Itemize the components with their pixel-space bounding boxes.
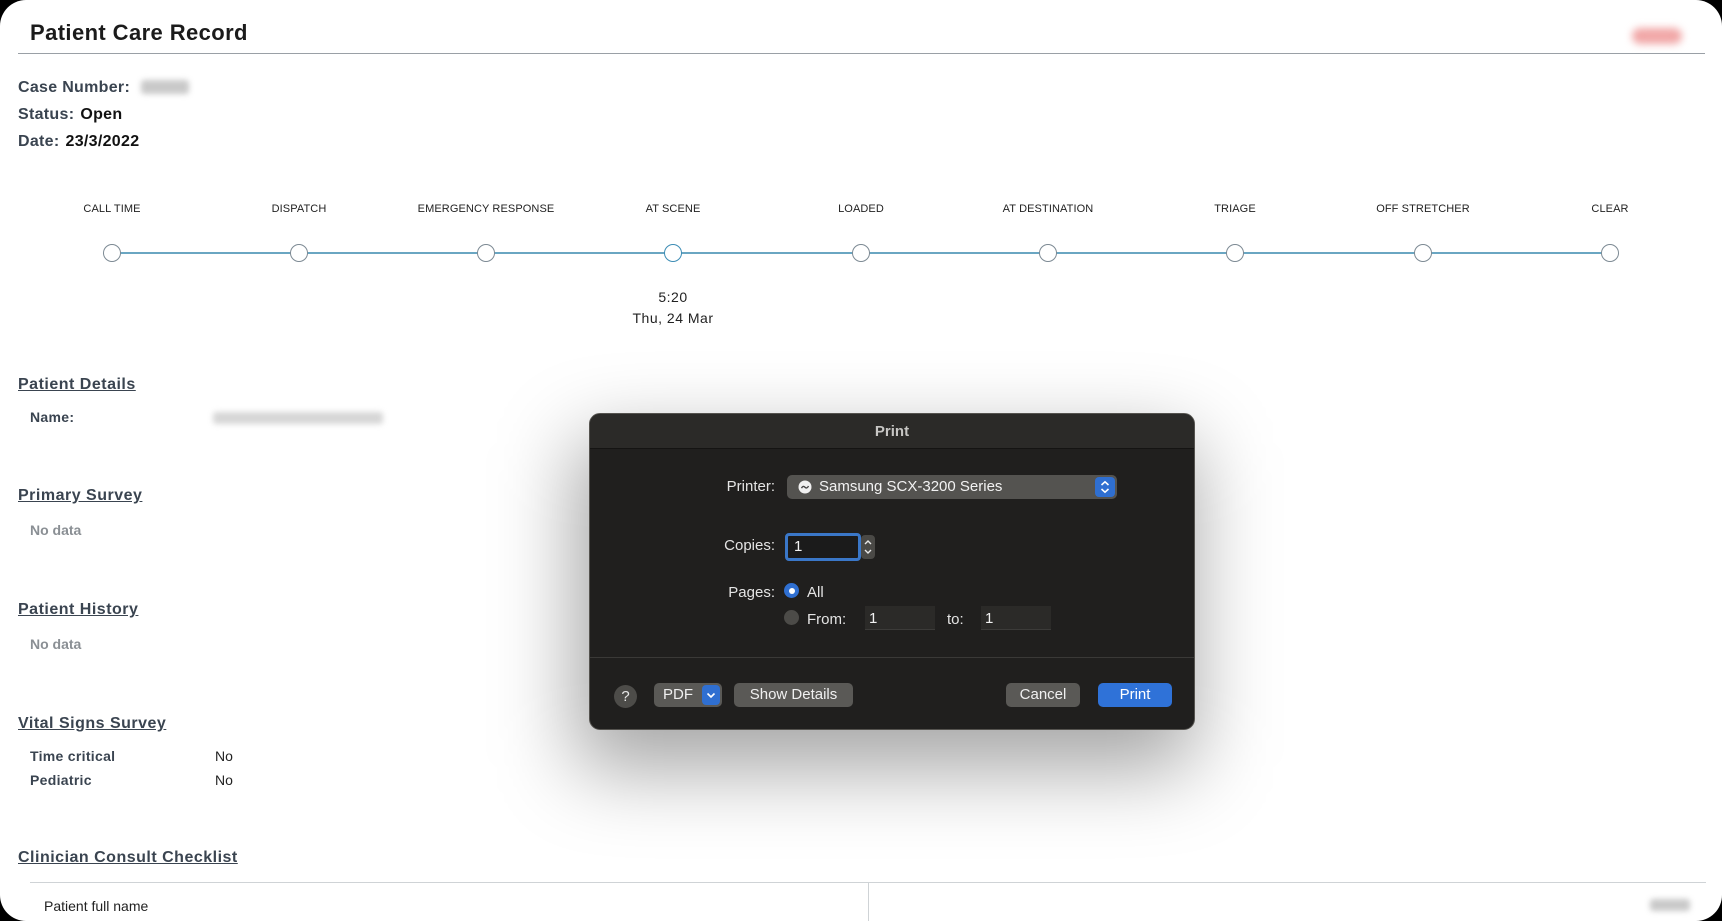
vital-row-label: Pediatric [30,772,92,788]
copies-input[interactable]: 1 [785,533,861,561]
timeline-label-clear: CLEAR [1591,203,1629,215]
timeline-node-loaded[interactable] [852,244,870,262]
pages-all-label[interactable]: All [807,584,824,601]
timeline-node-emergency-response[interactable] [477,244,495,262]
primary-survey-empty: No data [30,522,82,538]
patient-name-value-redacted [213,412,383,424]
timeline-label-loaded: LOADED [838,203,884,215]
pdf-label: PDF [663,686,693,703]
timeline-node-call-time[interactable] [103,244,121,262]
vital-row-label: Time critical [30,748,116,764]
dialog-title: Print [874,423,910,440]
copies-label: Copies: [724,537,775,554]
section-heading-patient-history[interactable]: Patient History [18,601,138,619]
timeline-node-clear[interactable] [1601,244,1619,262]
timeline-node-triage[interactable] [1226,244,1244,262]
timeline-node-dispatch[interactable] [290,244,308,262]
timeline-node-off-stretcher[interactable] [1414,244,1432,262]
help-button[interactable]: ? [614,685,637,708]
chevron-down-icon [702,685,720,705]
vital-row-value: No [215,772,233,788]
timeline-label-at-scene: AT SCENE [645,203,701,215]
section-heading-primary-survey[interactable]: Primary Survey [18,487,142,505]
copies-value: 1 [794,538,803,555]
patient-name-label: Name: [30,409,75,425]
timeline-label-dispatch: DISPATCH [271,203,327,215]
section-heading-vital-signs[interactable]: Vital Signs Survey [18,715,166,733]
timeline-node-at-scene[interactable] [664,244,682,262]
printer-name: Samsung SCX-3200 Series [819,478,1003,495]
checklist-row-value-redacted [1650,899,1690,911]
checklist-row-label: Patient full name [44,898,149,914]
patient-history-empty: No data [30,636,82,652]
pages-all-radio[interactable] [784,583,799,598]
copies-stepper[interactable] [861,535,875,559]
timeline-label-triage: TRIAGE [1214,203,1256,215]
show-details-button[interactable]: Show Details [734,683,853,707]
pages-from-input[interactable]: 1 [865,606,935,630]
printer-label: Printer: [726,478,775,495]
pages-label: Pages: [728,584,775,601]
timeline-node-at-destination[interactable] [1039,244,1057,262]
section-heading-patient-details[interactable]: Patient Details [18,376,136,394]
printer-select[interactable]: Samsung SCX-3200 Series [787,475,1117,499]
pdf-menu-button[interactable]: PDF [654,683,722,707]
timeline-label-call-time: CALL TIME [83,203,141,215]
timeline-label-at-destination: AT DESTINATION [1002,203,1094,215]
case-timeline: CALL TIME DISPATCH EMERGENCY RESPONSE AT… [0,0,1722,340]
cancel-button[interactable]: Cancel [1006,683,1080,707]
pages-from-label[interactable]: From: [807,611,846,628]
pages-to-value: 1 [985,610,994,627]
timeline-label-emergency-response: EMERGENCY RESPONSE [417,203,555,215]
pages-from-value: 1 [869,610,878,627]
dialog-titlebar[interactable]: Print [590,414,1194,449]
timeline-at-scene-time: 5:20 [658,289,688,305]
dialog-separator [590,657,1194,658]
pages-to-label: to: [947,611,964,628]
vital-row-value: No [215,748,233,764]
patient-care-record-page: Patient Care Record Case Number: Status:… [0,0,1722,921]
timeline-label-off-stretcher: OFF STRETCHER [1376,203,1470,215]
timeline-at-scene-date: Thu, 24 Mar [632,310,714,326]
updown-chevron-icon [1095,477,1115,497]
print-button[interactable]: Print [1098,683,1172,707]
clinician-checklist-table: Patient full name [30,882,1706,921]
pages-to-input[interactable]: 1 [981,606,1051,630]
print-dialog: Print Printer: Samsung SCX-3200 Series C… [589,413,1195,730]
section-heading-clinician-checklist[interactable]: Clinician Consult Checklist [18,849,238,867]
pages-range-radio[interactable] [784,610,799,625]
table-column-divider [868,883,869,921]
bonjour-printer-icon [798,480,812,494]
